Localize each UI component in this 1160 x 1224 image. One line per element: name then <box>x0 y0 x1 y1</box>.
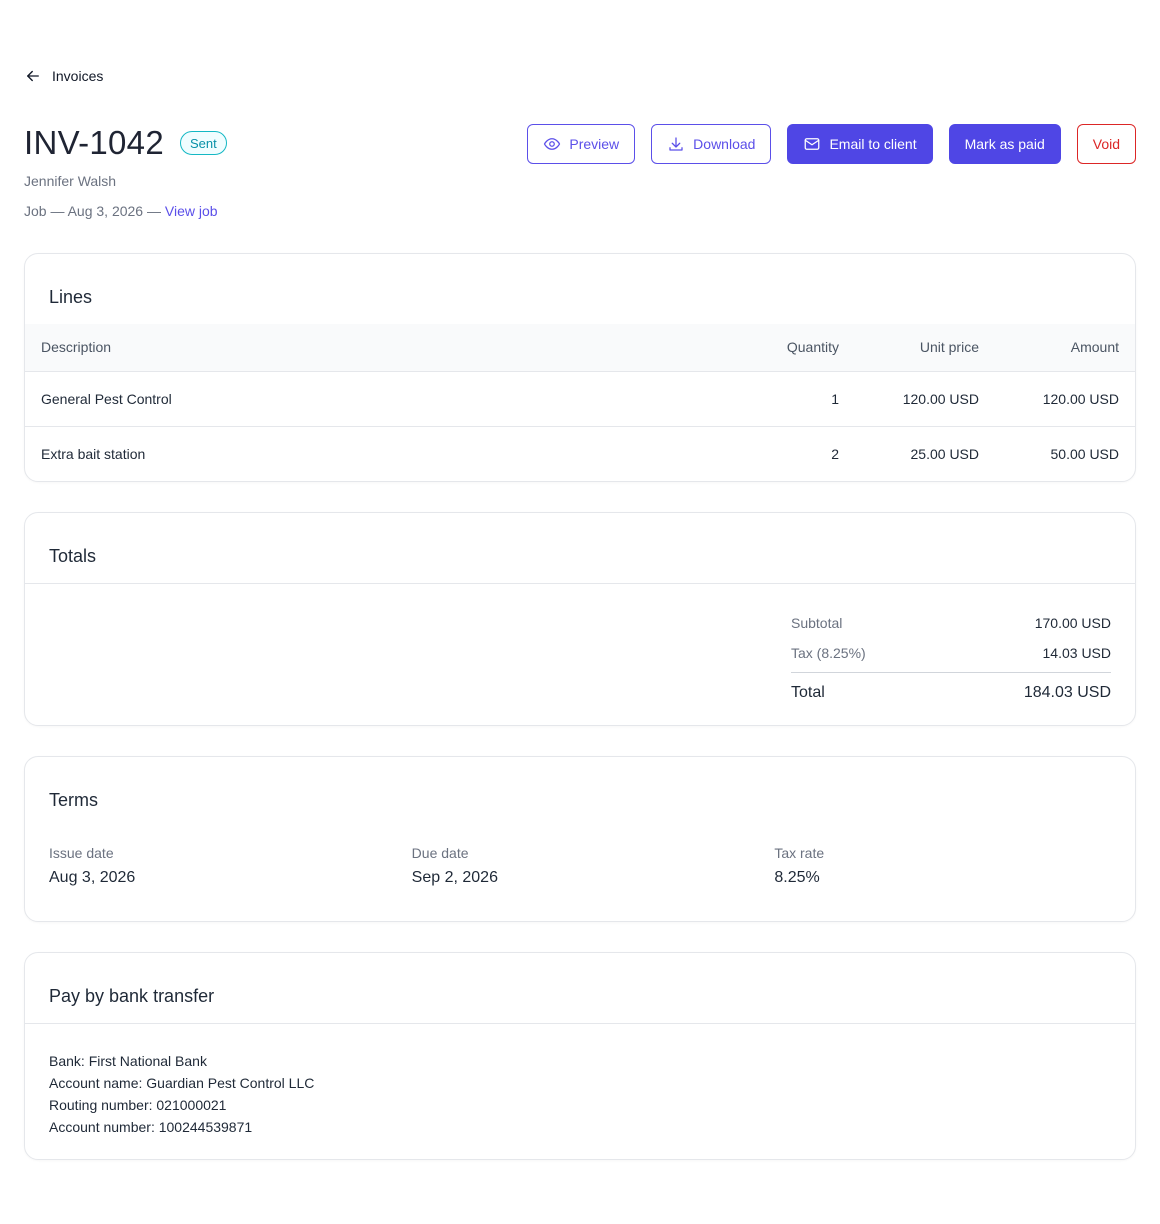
tax-row: Tax (8.25%) 14.03 USD <box>791 638 1111 668</box>
tax-rate: Tax rate 8.25% <box>774 845 1135 887</box>
totals-summary: Subtotal 170.00 USD Tax (8.25%) 14.03 US… <box>791 608 1111 713</box>
void-button[interactable]: Void <box>1076 124 1136 164</box>
totals-card: Totals Subtotal 170.00 USD Tax (8.25%) 1… <box>24 512 1136 726</box>
preview-button[interactable]: Preview <box>527 124 636 164</box>
line-amount: 120.00 USD <box>1042 390 1119 407</box>
job-info: Job — Aug 3, 2026 — View job <box>24 203 218 219</box>
issue-date: Issue date Aug 3, 2026 <box>49 845 412 887</box>
col-description: Description <box>25 324 715 372</box>
subtotal-row: Subtotal 170.00 USD <box>791 608 1111 638</box>
download-button[interactable]: Download <box>651 124 772 164</box>
terms-card: Terms Issue date Aug 3, 2026 Due date Se… <box>24 756 1136 922</box>
bank-transfer-title: Pay by bank transfer <box>49 986 215 1006</box>
line-quantity: 2 <box>715 425 855 481</box>
issue-date-label: Issue date <box>49 845 114 861</box>
line-unit-price: 120.00 USD <box>902 390 979 407</box>
tax-rate-label: Tax rate <box>774 845 825 861</box>
lines-title: Lines <box>49 287 93 307</box>
col-quantity: Quantity <box>715 324 855 372</box>
account-number: Account number: 100244539871 <box>49 1119 253 1135</box>
due-date-label: Due date <box>411 845 469 861</box>
due-date-value: Sep 2, 2026 <box>411 869 498 886</box>
totals-body: Subtotal 170.00 USD Tax (8.25%) 14.03 US… <box>25 584 1135 725</box>
action-toolbar: Preview Download Email to client Mark as… <box>527 124 1136 164</box>
title-row: INV-1042 Sent <box>24 124 227 162</box>
issue-date-value: Aug 3, 2026 <box>49 869 136 886</box>
lines-card: Lines Description Quantity Unit price Am… <box>24 253 1136 482</box>
job-info-text: Job — Aug 3, 2026 — <box>24 203 165 219</box>
line-description: General Pest Control <box>41 390 172 407</box>
eye-icon <box>544 138 561 150</box>
tax-label: Tax (8.25%) <box>791 645 866 661</box>
status-badge: Sent <box>180 131 227 155</box>
terms-title: Terms <box>49 790 98 810</box>
lines-table: Description Quantity Unit price Amount G… <box>25 324 1135 481</box>
tax-rate-value: 8.25% <box>774 869 820 886</box>
total-row: Total 184.03 USD <box>791 673 1111 713</box>
account-name: Account name: Guardian Pest Control LLC <box>49 1075 315 1091</box>
download-button-label: Download <box>693 136 756 152</box>
bank-details: Bank: First National Bank Account name: … <box>25 1024 1135 1138</box>
back-link-label: Invoices <box>52 68 104 84</box>
col-unit-price: Unit price <box>855 324 995 372</box>
total-label: Total <box>791 684 825 701</box>
line-amount: 50.00 USD <box>995 425 1135 481</box>
email-to-client-button[interactable]: Email to client <box>787 124 933 164</box>
tax-value: 14.03 USD <box>1042 645 1111 661</box>
mark-as-paid-button[interactable]: Mark as paid <box>948 124 1061 164</box>
due-date: Due date Sep 2, 2026 <box>412 845 775 887</box>
col-amount: Amount <box>995 324 1135 372</box>
table-row: Extra bait station 2 25.00 USD 50.00 USD <box>25 425 1135 481</box>
line-unit-price: 25.00 USD <box>855 425 995 481</box>
mail-icon <box>805 138 820 150</box>
download-icon <box>669 137 683 151</box>
bank-transfer-card: Pay by bank transfer Bank: First Nationa… <box>24 952 1136 1160</box>
back-link[interactable]: Invoices <box>24 66 103 86</box>
preview-button-label: Preview <box>569 136 620 152</box>
bank-name: Bank: First National Bank <box>49 1053 207 1069</box>
line-description: Extra bait station <box>25 425 715 481</box>
subtotal-value: 170.00 USD <box>1034 615 1111 631</box>
table-row: General Pest Control 1 120.00 USD 120.00… <box>25 371 1135 426</box>
mark-paid-button-label: Mark as paid <box>964 136 1045 152</box>
total-value: 184.03 USD <box>1023 684 1111 701</box>
void-button-label: Void <box>1092 136 1120 152</box>
routing-number: Routing number: 021000021 <box>49 1097 227 1113</box>
client-name: Jennifer Walsh <box>24 173 117 189</box>
totals-title: Totals <box>49 546 97 566</box>
email-button-label: Email to client <box>829 136 917 152</box>
line-quantity: 1 <box>831 390 839 407</box>
subtotal-label: Subtotal <box>791 615 843 631</box>
table-header-row: Description Quantity Unit price Amount <box>25 324 1135 372</box>
terms-grid: Issue date Aug 3, 2026 Due date Sep 2, 2… <box>49 845 1135 887</box>
page-title: INV-1042 <box>24 124 164 161</box>
arrow-left-icon <box>27 70 39 82</box>
view-job-link[interactable]: View job <box>165 203 218 219</box>
